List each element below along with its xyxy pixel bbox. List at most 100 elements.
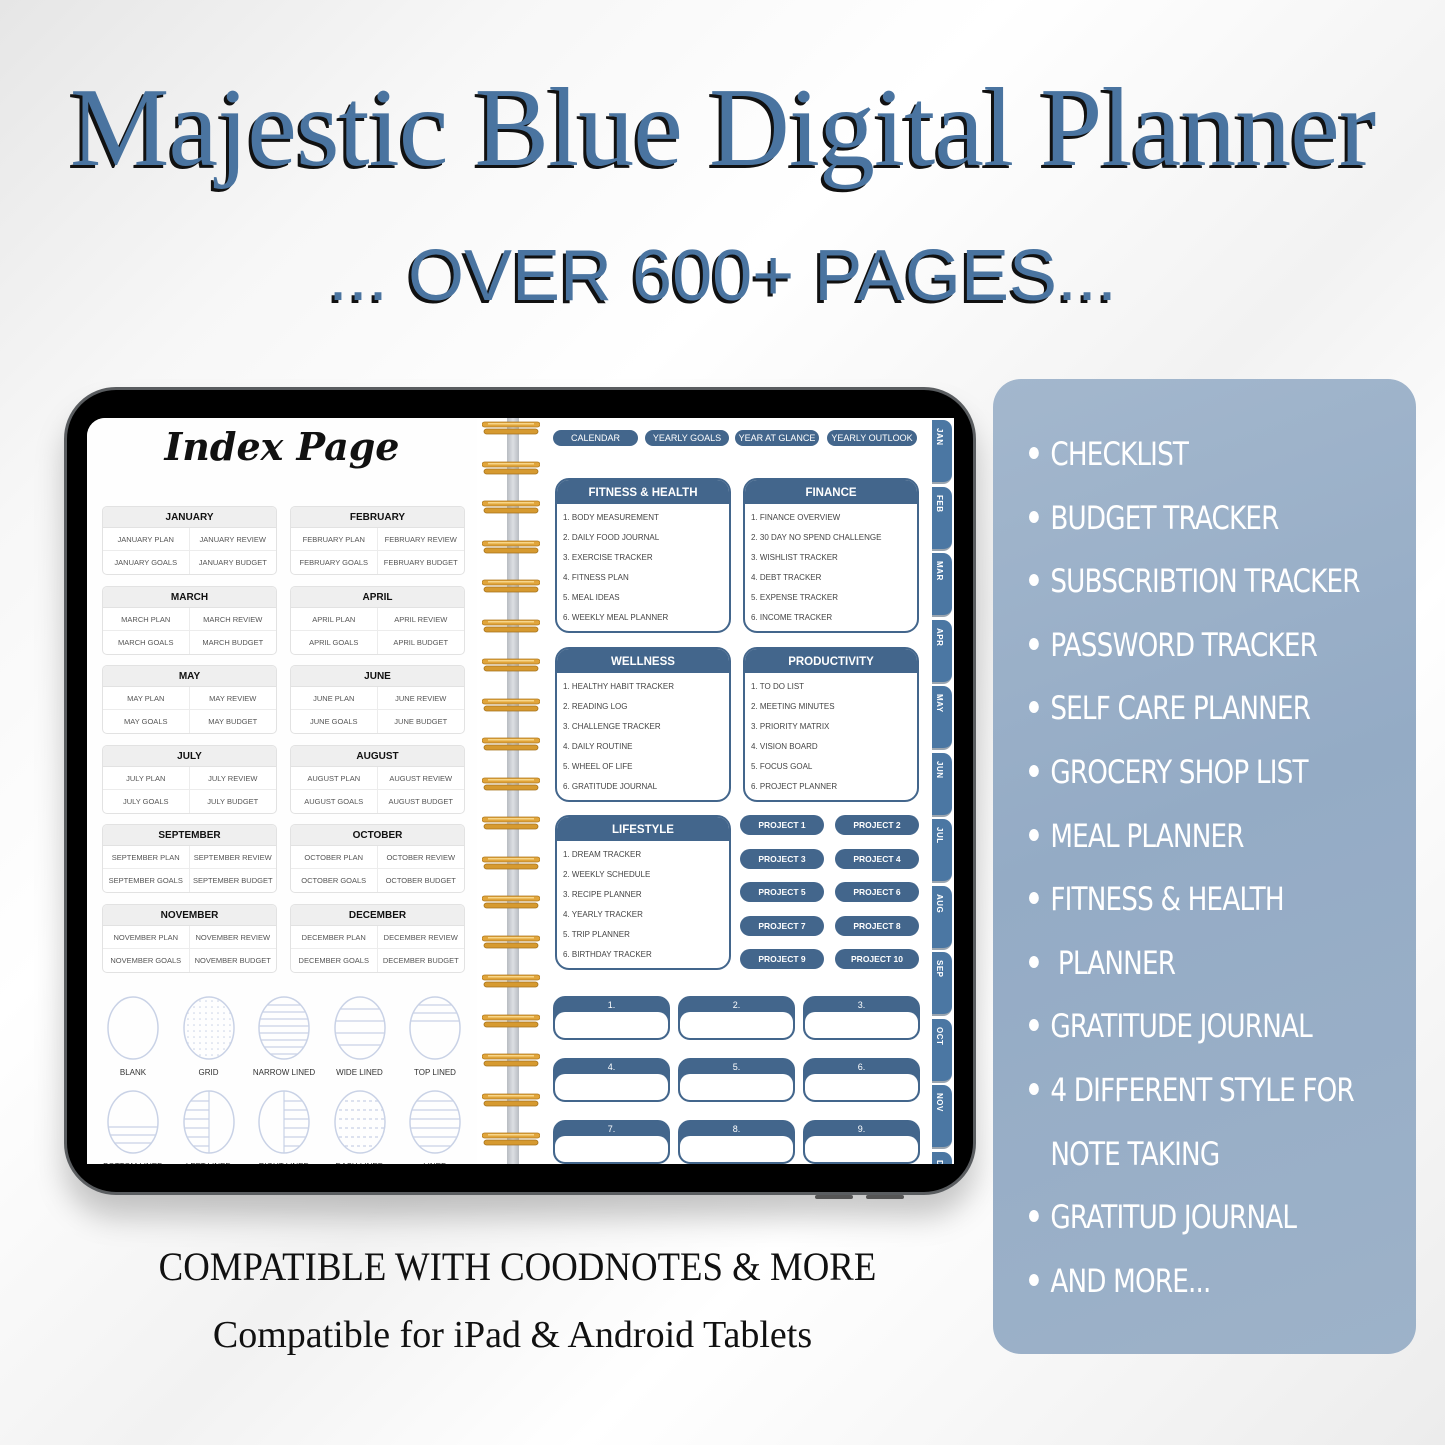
category-link[interactable]: 2. MEETING MINUTES bbox=[751, 697, 917, 717]
quick-note-input[interactable] bbox=[805, 1012, 918, 1038]
category-link[interactable]: 4. DEBT TRACKER bbox=[751, 568, 917, 588]
month-tab-feb[interactable]: FEB bbox=[932, 486, 952, 551]
project-button[interactable]: PROJECT 7 bbox=[740, 915, 824, 936]
nav-button-yearly-outlook[interactable]: YEARLY OUTLOOK bbox=[827, 430, 917, 446]
month-link[interactable]: JANUARY GOALS bbox=[103, 551, 190, 574]
quick-note-box[interactable]: 3. bbox=[803, 996, 920, 1040]
category-link[interactable]: 3. PRIORITY MATRIX bbox=[751, 717, 917, 737]
month-link[interactable]: SEPTEMBER REVIEW bbox=[189, 846, 276, 869]
month-tab-jun[interactable]: JUN bbox=[932, 752, 952, 817]
note-style-option[interactable]: LEFT LINED bbox=[174, 1088, 244, 1164]
month-link[interactable]: MAY PLAN bbox=[103, 687, 190, 710]
month-link[interactable]: FEBRUARY GOALS bbox=[291, 551, 378, 574]
month-link[interactable]: AUGUST GOALS bbox=[291, 789, 378, 813]
month-tab-oct[interactable]: OCT bbox=[932, 1018, 952, 1083]
month-heading[interactable]: DECEMBER bbox=[291, 904, 464, 926]
month-link[interactable]: NOVEMBER BUDGET bbox=[190, 949, 277, 972]
month-heading[interactable]: SEPTEMBER bbox=[103, 825, 276, 846]
note-style-option[interactable]: WIDE LINED bbox=[325, 994, 395, 1077]
month-link[interactable]: MARCH BUDGET bbox=[190, 631, 277, 654]
quick-note-input[interactable] bbox=[680, 1136, 793, 1162]
category-link[interactable]: 2. WEEKLY SCHEDULE bbox=[563, 865, 729, 885]
month-link[interactable]: AUGUST REVIEW bbox=[377, 767, 464, 790]
month-link[interactable]: MAY BUDGET bbox=[190, 710, 277, 733]
quick-note-input[interactable] bbox=[805, 1074, 918, 1100]
category-link[interactable]: 4. FITNESS PLAN bbox=[563, 568, 729, 588]
quick-note-input[interactable] bbox=[555, 1074, 668, 1100]
nav-button-yearly-goals[interactable]: YEARLY GOALS bbox=[645, 430, 729, 446]
nav-button-year-at-glance[interactable]: YEAR AT GLANCE bbox=[735, 430, 819, 446]
month-tab-mar[interactable]: MAR bbox=[932, 553, 952, 617]
quick-note-box[interactable]: 6. bbox=[803, 1058, 920, 1102]
quick-note-box[interactable]: 5. bbox=[678, 1058, 795, 1102]
quick-note-input[interactable] bbox=[680, 1074, 793, 1100]
month-link[interactable]: AUGUST PLAN bbox=[291, 766, 378, 790]
quick-note-box[interactable]: 2. bbox=[678, 996, 795, 1040]
month-link[interactable]: MAY REVIEW bbox=[189, 687, 276, 710]
category-link[interactable]: 6. PROJECT PLANNER bbox=[751, 777, 917, 797]
month-link[interactable]: JULY BUDGET bbox=[190, 790, 277, 813]
month-tab-aug[interactable]: AUG bbox=[932, 885, 952, 950]
category-heading[interactable]: PRODUCTIVITY bbox=[745, 649, 917, 673]
category-link[interactable]: 2. 30 DAY NO SPEND CHALLENGE bbox=[751, 528, 917, 548]
month-link[interactable]: DECEMBER REVIEW bbox=[377, 926, 464, 949]
note-style-option[interactable]: TOP LINED bbox=[400, 994, 470, 1077]
month-tab-nov[interactable]: NOV bbox=[932, 1085, 952, 1149]
month-link[interactable]: FEBRUARY BUDGET bbox=[378, 551, 465, 574]
project-button[interactable]: PROJECT 1 bbox=[740, 815, 824, 835]
project-button[interactable]: PROJECT 8 bbox=[835, 915, 919, 936]
month-heading[interactable]: JUNE bbox=[291, 666, 464, 687]
quick-note-box[interactable]: 9. bbox=[803, 1120, 920, 1164]
month-tab-sep[interactable]: SEP bbox=[932, 952, 952, 1016]
note-style-option[interactable]: LINED bbox=[400, 1088, 470, 1164]
month-link[interactable]: NOVEMBER GOALS bbox=[103, 948, 190, 972]
month-heading[interactable]: AUGUST bbox=[291, 745, 464, 767]
quick-note-input[interactable] bbox=[805, 1136, 918, 1162]
category-link[interactable]: 1. DREAM TRACKER bbox=[563, 845, 729, 865]
quick-note-input[interactable] bbox=[555, 1136, 668, 1162]
month-link[interactable]: APRIL REVIEW bbox=[377, 608, 464, 631]
category-link[interactable]: 1. HEALTHY HABIT TRACKER bbox=[563, 677, 729, 697]
category-link[interactable]: 5. WHEEL OF LIFE bbox=[563, 757, 729, 777]
category-link[interactable]: 2. READING LOG bbox=[563, 697, 729, 717]
project-button[interactable]: PROJECT 3 bbox=[740, 848, 824, 869]
month-link[interactable]: FEBRUARY PLAN bbox=[291, 528, 378, 551]
category-link[interactable]: 3. WISHLIST TRACKER bbox=[751, 548, 917, 568]
month-heading[interactable]: OCTOBER bbox=[291, 825, 464, 846]
category-link[interactable]: 6. BIRTHDAY TRACKER bbox=[563, 945, 729, 965]
nav-button-calendar[interactable]: CALENDAR bbox=[553, 430, 638, 446]
month-link[interactable]: SEPTEMBER GOALS bbox=[103, 869, 190, 892]
category-heading[interactable]: FITNESS & HEALTH bbox=[557, 480, 729, 504]
month-link[interactable]: FEBRUARY REVIEW bbox=[377, 528, 464, 551]
category-link[interactable]: 2. DAILY FOOD JOURNAL bbox=[563, 528, 729, 548]
month-link[interactable]: JUNE GOALS bbox=[291, 710, 378, 733]
category-heading[interactable]: FINANCE bbox=[745, 480, 917, 504]
month-tab-jan[interactable]: JAN bbox=[932, 420, 952, 484]
month-link[interactable]: JANUARY REVIEW bbox=[189, 528, 276, 551]
month-link[interactable]: DECEMBER PLAN bbox=[291, 925, 378, 949]
month-link[interactable]: DECEMBER BUDGET bbox=[378, 949, 465, 972]
month-link[interactable]: MARCH PLAN bbox=[103, 607, 190, 631]
note-style-option[interactable]: DASH LINED bbox=[325, 1088, 395, 1164]
month-link[interactable]: OCTOBER PLAN bbox=[291, 846, 378, 869]
month-link[interactable]: APRIL PLAN bbox=[291, 607, 378, 631]
month-link[interactable]: APRIL BUDGET bbox=[378, 631, 465, 654]
note-style-option[interactable]: BOTTOM LINED bbox=[98, 1088, 168, 1164]
month-link[interactable]: JANUARY PLAN bbox=[103, 528, 190, 551]
month-heading[interactable]: APRIL bbox=[291, 586, 464, 608]
month-tab-apr[interactable]: APR bbox=[932, 619, 952, 684]
category-link[interactable]: 6. GRATITUDE JOURNAL bbox=[563, 777, 729, 797]
category-link[interactable]: 5. TRIP PLANNER bbox=[563, 925, 729, 945]
category-link[interactable]: 5. FOCUS GOAL bbox=[751, 757, 917, 777]
month-link[interactable]: OCTOBER REVIEW bbox=[377, 846, 464, 869]
month-tab-dec[interactable]: DEC bbox=[932, 1151, 952, 1164]
category-link[interactable]: 1. FINANCE OVERVIEW bbox=[751, 508, 917, 528]
month-link[interactable]: SEPTEMBER BUDGET bbox=[190, 869, 277, 892]
month-link[interactable]: APRIL GOALS bbox=[291, 630, 378, 654]
month-link[interactable]: JUNE BUDGET bbox=[378, 710, 465, 733]
note-style-option[interactable]: RIGHT LINED bbox=[249, 1088, 319, 1164]
month-heading[interactable]: JULY bbox=[103, 745, 276, 767]
month-link[interactable]: DECEMBER GOALS bbox=[291, 948, 378, 972]
project-button[interactable]: PROJECT 2 bbox=[835, 815, 919, 835]
quick-note-box[interactable]: 7. bbox=[553, 1120, 670, 1164]
